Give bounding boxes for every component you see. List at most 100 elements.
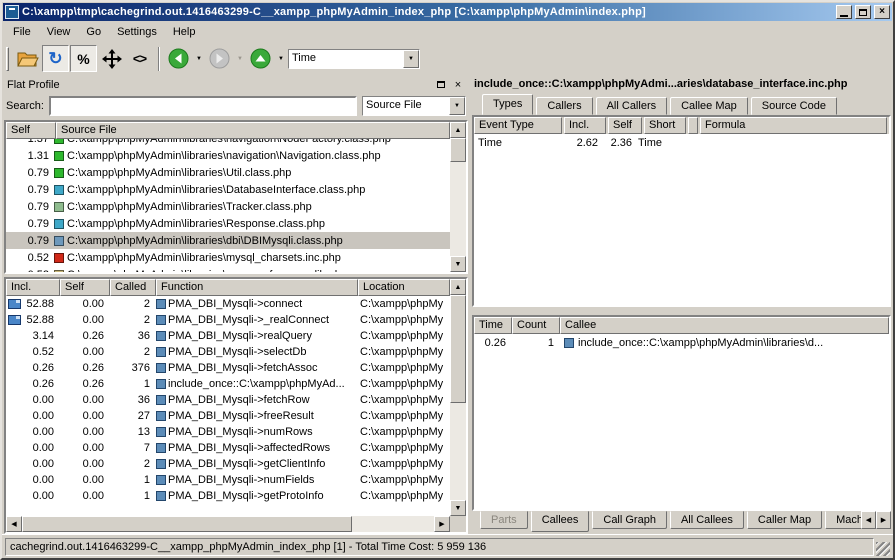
resize-grip[interactable] (876, 542, 890, 556)
source-file-row[interactable]: 0.52C:\xampp\phpMyAdmin\libraries\user_p… (6, 266, 450, 272)
function-row[interactable]: 0.520.002PMA_DBI_Mysqli->selectDbC:\xamp… (6, 344, 450, 360)
relative-percent-button[interactable]: % (70, 45, 97, 72)
up-button[interactable] (247, 45, 274, 72)
scrollbar-thumb[interactable] (22, 516, 352, 532)
menu-item-help[interactable]: Help (165, 24, 204, 40)
scroll-right-button[interactable]: ▶ (434, 516, 450, 532)
scrollbar-thumb[interactable] (450, 295, 466, 403)
menu-item-file[interactable]: File (5, 24, 39, 40)
function-row[interactable]: 0.260.261include_once::C:\xampp\phpMyAd.… (6, 376, 450, 392)
column-header-self[interactable]: Self (60, 279, 110, 296)
up-dropdown[interactable]: ▼ (275, 45, 287, 72)
toolbar-handle[interactable] (6, 47, 9, 71)
callee-row[interactable]: 0.261include_once::C:\xampp\phpMyAdmin\l… (474, 334, 889, 351)
function-icon (156, 443, 166, 453)
column-header-formula[interactable]: Formula (700, 117, 887, 134)
source-file-row[interactable]: 0.79C:\xampp\phpMyAdmin\libraries\Databa… (6, 181, 450, 198)
tab-callee-map[interactable]: Callee Map (670, 97, 748, 115)
tab-scroll-right-button[interactable]: ▶ (876, 511, 891, 529)
menu-item-settings[interactable]: Settings (109, 24, 165, 40)
scrollbar-track[interactable] (352, 516, 434, 532)
menu-item-go[interactable]: Go (78, 24, 109, 40)
event-type-row[interactable]: Time2.622.36Time (474, 134, 889, 151)
function-row[interactable]: 0.000.0013PMA_DBI_Mysqli->numRowsC:\xamp… (6, 424, 450, 440)
title-bar[interactable]: C:\xampp\tmp\cachegrind.out.1416463299-C… (3, 3, 892, 21)
scroll-down-button[interactable]: ▼ (450, 500, 466, 516)
source-file-row[interactable]: 0.52C:\xampp\phpMyAdmin\libraries\mysql_… (6, 249, 450, 266)
column-header-count[interactable]: Count (512, 317, 560, 334)
function-row[interactable]: 0.000.001PMA_DBI_Mysqli->getProtoInfoC:\… (6, 488, 450, 504)
tab-source-code[interactable]: Source Code (751, 97, 837, 115)
cycle-detection-button[interactable]: <> (126, 45, 153, 72)
function-row[interactable]: 0.000.001PMA_DBI_Mysqli->numFieldsC:\xam… (6, 472, 450, 488)
source-file-row[interactable]: 0.79C:\xampp\phpMyAdmin\libraries\Respon… (6, 215, 450, 232)
function-icon (156, 315, 166, 325)
column-header-called[interactable]: Called (110, 279, 156, 296)
tab-all-callers[interactable]: All Callers (596, 97, 668, 115)
back-button[interactable] (165, 45, 192, 72)
source-file-row[interactable]: 1.31C:\xampp\phpMyAdmin\libraries\naviga… (6, 147, 450, 164)
scrollbar-track[interactable] (450, 403, 466, 500)
scrollbar-thumb[interactable] (450, 138, 466, 162)
tab-call-graph[interactable]: Call Graph (592, 511, 667, 529)
function-name: PMA_DBI_Mysqli->fetchAssoc (168, 362, 317, 374)
scroll-left-button[interactable]: ◀ (6, 516, 22, 532)
app-icon (5, 5, 19, 19)
column-header-callee[interactable]: Callee (560, 317, 889, 334)
source-file-row[interactable]: 0.79C:\xampp\phpMyAdmin\libraries\dbi\DB… (6, 232, 450, 249)
function-row[interactable]: 0.000.0036PMA_DBI_Mysqli->fetchRowC:\xam… (6, 392, 450, 408)
tab-callees[interactable]: Callees (531, 511, 590, 532)
combo-dropdown-button[interactable]: ▼ (403, 50, 419, 68)
column-header-self[interactable]: Self (608, 117, 642, 134)
function-row[interactable]: 52.880.002PMA_DBI_Mysqli->_realConnectC:… (6, 312, 450, 328)
float-panel-button[interactable] (434, 78, 448, 91)
grouping-combobox[interactable]: Source File ▼ (362, 96, 466, 116)
back-dropdown[interactable]: ▼ (193, 45, 205, 72)
scrollbar-track[interactable] (450, 162, 466, 256)
function-row[interactable]: 0.000.002PMA_DBI_Mysqli->getClientInfoC:… (6, 456, 450, 472)
column-header-time[interactable]: Time (474, 317, 512, 334)
function-row[interactable]: 0.260.26376PMA_DBI_Mysqli->fetchAssocC:\… (6, 360, 450, 376)
tab-callers[interactable]: Callers (536, 97, 592, 115)
forward-button[interactable] (206, 45, 233, 72)
function-row[interactable]: 0.000.0027PMA_DBI_Mysqli->freeResultC:\x… (6, 408, 450, 424)
event-type-combobox[interactable]: Time ▼ (288, 49, 420, 69)
column-header-incl[interactable]: Incl. (6, 279, 60, 296)
tab-types[interactable]: Types (482, 94, 533, 115)
column-header-self[interactable]: Self (6, 122, 56, 139)
scroll-up-button[interactable]: ▲ (450, 122, 466, 138)
expand-areas-button[interactable] (98, 45, 125, 72)
minimize-button[interactable] (836, 5, 852, 19)
column-header-event-type[interactable]: Event Type (474, 117, 562, 134)
combo-dropdown-button[interactable]: ▼ (449, 97, 465, 115)
column-header-location[interactable]: Location (358, 279, 450, 296)
scroll-up-button[interactable]: ▲ (450, 279, 466, 295)
column-header-spacer[interactable] (688, 117, 698, 134)
column-header-function[interactable]: Function (156, 279, 358, 296)
source-file-row[interactable]: 1.37C:\xampp\phpMyAdmin\libraries\naviga… (6, 139, 450, 147)
function-row[interactable]: 52.880.002PMA_DBI_Mysqli->connectC:\xamp… (6, 296, 450, 312)
source-file-row[interactable]: 0.79C:\xampp\phpMyAdmin\libraries\Util.c… (6, 164, 450, 181)
tab-caller-map[interactable]: Caller Map (747, 511, 822, 529)
function-row[interactable]: 0.000.007PMA_DBI_Mysqli->affectedRowsC:\… (6, 440, 450, 456)
function-row[interactable]: 3.140.2636PMA_DBI_Mysqli->realQueryC:\xa… (6, 328, 450, 344)
scroll-down-button[interactable]: ▼ (450, 256, 466, 272)
menu-item-view[interactable]: View (39, 24, 79, 40)
forward-dropdown[interactable]: ▼ (234, 45, 246, 72)
cycle-grouping-button[interactable]: ↻ (42, 45, 69, 72)
search-input[interactable] (49, 96, 357, 116)
close-panel-button[interactable]: × (451, 78, 465, 91)
function-cell: PMA_DBI_Mysqli->affectedRows (156, 442, 358, 454)
incl-cell: 0.00 (6, 474, 60, 486)
column-header-incl[interactable]: Incl. (564, 117, 606, 134)
source-file-row[interactable]: 0.79C:\xampp\phpMyAdmin\libraries\Tracke… (6, 198, 450, 215)
maximize-button[interactable] (855, 5, 871, 19)
open-file-button[interactable] (14, 45, 41, 72)
column-header-source-file[interactable]: Source File (56, 122, 450, 139)
tab-scroll-left-button[interactable]: ◀ (861, 511, 876, 529)
tab-machine[interactable]: Machine (825, 511, 861, 529)
tab-all-callees[interactable]: All Callees (670, 511, 744, 529)
detail-splitter[interactable] (472, 307, 891, 315)
column-header-short[interactable]: Short (644, 117, 686, 134)
close-button[interactable]: × (874, 5, 890, 19)
